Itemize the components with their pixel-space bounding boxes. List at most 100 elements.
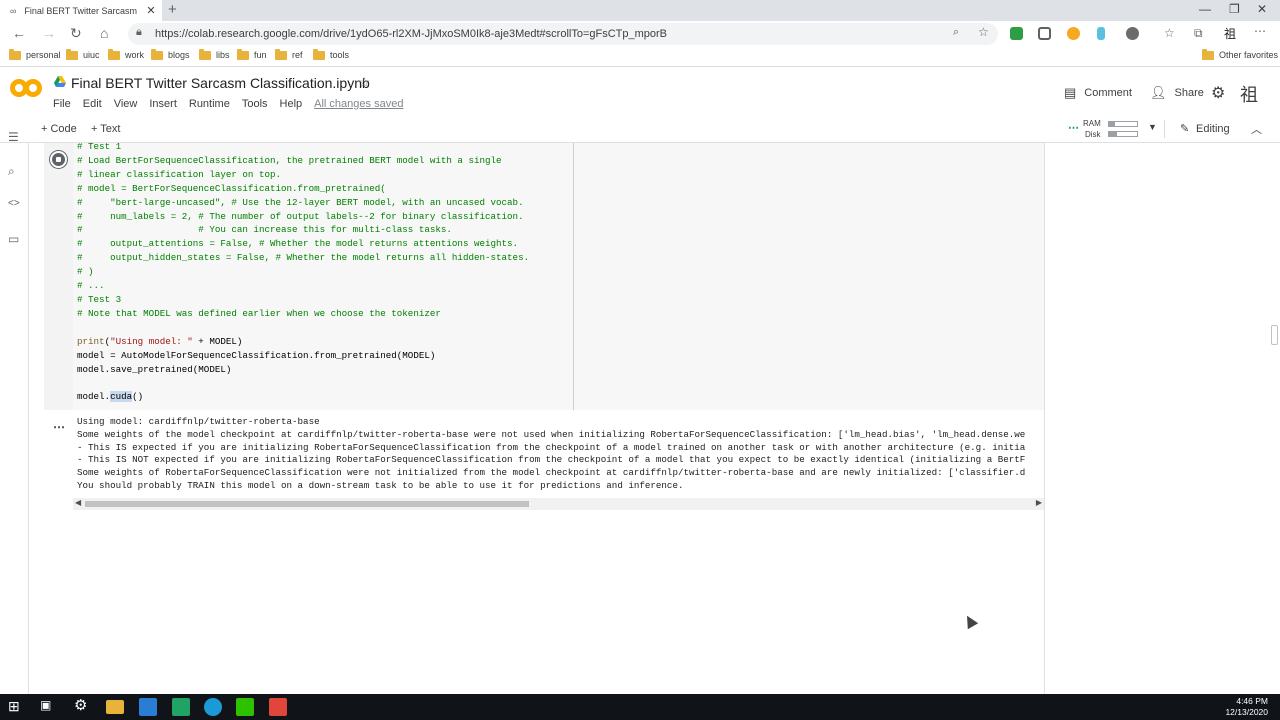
vscode-icon[interactable] bbox=[139, 698, 157, 716]
system-clock[interactable]: 4:46 PM 12/13/2020 bbox=[1225, 696, 1268, 718]
close-window-icon[interactable]: ✕ bbox=[1257, 2, 1267, 16]
folder-icon bbox=[151, 48, 163, 60]
bookmark-star-icon[interactable]: ☆ bbox=[978, 25, 989, 39]
menu-runtime[interactable]: Runtime bbox=[189, 98, 230, 110]
task-view-icon[interactable]: ▣ bbox=[40, 698, 58, 716]
code-line: # num_labels = 2, # The number of output… bbox=[77, 210, 524, 222]
code-snippets-icon[interactable]: <> bbox=[8, 198, 21, 211]
profile-icon[interactable]: 祖 bbox=[1224, 25, 1236, 42]
disk-usage-bar[interactable] bbox=[1108, 131, 1138, 137]
code-line: # linear classification layer on top. bbox=[77, 168, 281, 180]
new-tab-button[interactable]: + bbox=[168, 1, 177, 18]
other-favorites[interactable]: Other favorites bbox=[1202, 48, 1278, 60]
collapse-chevron-icon[interactable]: ︿ bbox=[1251, 121, 1262, 137]
home-icon[interactable]: ⌂ bbox=[100, 25, 108, 41]
comment-button[interactable]: ▤ Comment bbox=[1064, 85, 1132, 101]
bookmark-folder[interactable]: personal bbox=[9, 48, 61, 60]
screen-recorder-icon[interactable] bbox=[269, 698, 287, 716]
star-icon[interactable]: ☆ bbox=[358, 74, 371, 91]
extension-icon[interactable] bbox=[1126, 27, 1139, 40]
windows-start-icon[interactable]: ⊞ bbox=[8, 698, 26, 716]
restore-icon[interactable]: ❐ bbox=[1229, 2, 1240, 16]
runtime-dropdown-icon[interactable]: ▼ bbox=[1148, 122, 1157, 132]
output-horizontal-scrollbar[interactable]: ◀ ▶ bbox=[73, 498, 1044, 510]
menu-view[interactable]: View bbox=[114, 98, 138, 110]
evernote-extension-icon[interactable] bbox=[1010, 27, 1023, 40]
ram-label: RAM bbox=[1083, 119, 1101, 128]
connected-check-icon: ⋯ bbox=[1068, 122, 1079, 134]
pocket-extension-icon[interactable] bbox=[1038, 27, 1051, 40]
code-line: # # You can increase this for multi-clas… bbox=[77, 224, 452, 236]
menu-edit[interactable]: Edit bbox=[83, 98, 102, 110]
comment-icon: ▤ bbox=[1064, 85, 1077, 100]
honey-extension-icon[interactable] bbox=[1067, 27, 1080, 40]
code-line: model = AutoModelForSequenceClassificati… bbox=[77, 349, 436, 361]
menu-insert[interactable]: Insert bbox=[149, 98, 177, 110]
browser-tab[interactable]: ∞ Final BERT Twitter Sarcasm Classi ✕ bbox=[0, 0, 162, 21]
code-line: # model = BertForSequenceClassification.… bbox=[77, 182, 386, 194]
scrollbar-thumb[interactable] bbox=[85, 501, 529, 507]
scroll-right-icon[interactable]: ▶ bbox=[1036, 498, 1042, 507]
notebook-title[interactable]: Final BERT Twitter Sarcasm Classificatio… bbox=[71, 75, 370, 91]
zoom-icon[interactable]: ⌕ bbox=[953, 26, 959, 39]
wechat-icon[interactable] bbox=[236, 698, 254, 716]
reload-icon[interactable]: ↻ bbox=[70, 25, 82, 42]
search-icon[interactable]: ⌕ bbox=[8, 164, 21, 178]
share-button[interactable]: 👤︎ Share bbox=[1150, 85, 1204, 101]
menu-tools[interactable]: Tools bbox=[242, 98, 268, 110]
pycharm-icon[interactable] bbox=[172, 698, 190, 716]
stop-execution-icon[interactable] bbox=[50, 151, 67, 168]
bookmark-folder[interactable]: libs bbox=[199, 48, 230, 60]
output-actions-icon[interactable]: ⋯ bbox=[53, 420, 66, 434]
settings-gear-icon[interactable]: ⚙ bbox=[1211, 83, 1225, 103]
bookmark-folder[interactable]: ref bbox=[275, 48, 303, 60]
menu-help[interactable]: Help bbox=[280, 98, 303, 110]
notebook-toolbar: + Code + Text ⋯ RAM Disk ▼ ✎ Editing ︿ bbox=[0, 116, 1280, 143]
edge-browser-icon[interactable] bbox=[204, 698, 222, 716]
flask-extension-icon[interactable] bbox=[1097, 27, 1105, 40]
bookmark-folder[interactable]: uiuc bbox=[66, 48, 100, 60]
bookmark-folder[interactable]: tools bbox=[313, 48, 349, 60]
code-text[interactable]: # Test 1 # Load BertForSequenceClassifica… bbox=[77, 140, 529, 404]
code-cell-editor[interactable]: # Test 1 # Load BertForSequenceClassifica… bbox=[73, 140, 1044, 410]
code-line: # "bert-large-uncased", # Use the 12-lay… bbox=[77, 196, 524, 208]
more-icon[interactable]: ⋯ bbox=[1254, 24, 1266, 38]
code-line: model.save_pretrained(MODEL) bbox=[77, 363, 232, 375]
output-line: You should probably TRAIN this model on … bbox=[77, 479, 684, 491]
folder-icon bbox=[237, 48, 249, 60]
files-folder-icon[interactable]: ▭ bbox=[8, 232, 21, 246]
code-line: # Load BertForSequenceClassification, th… bbox=[77, 154, 502, 166]
bookmark-folder[interactable]: work bbox=[108, 48, 144, 60]
settings-gear-icon[interactable]: ⚙ bbox=[74, 696, 92, 714]
folder-icon bbox=[275, 48, 287, 60]
vertical-scrollbar-thumb[interactable] bbox=[1271, 325, 1278, 345]
code-line: # Note that MODEL was defined earlier wh… bbox=[77, 307, 441, 319]
forward-icon[interactable]: → bbox=[42, 25, 56, 41]
folder-icon bbox=[1202, 48, 1214, 60]
minimize-icon[interactable]: — bbox=[1199, 2, 1211, 16]
scroll-left-icon[interactable]: ◀ bbox=[75, 498, 81, 507]
avatar[interactable]: 祖 bbox=[1240, 81, 1258, 107]
ram-usage-bar[interactable] bbox=[1108, 121, 1138, 127]
output-text: Using model: cardiffnlp/twitter-roberta-… bbox=[77, 416, 1025, 493]
back-icon[interactable]: ← bbox=[12, 25, 26, 41]
omnibox[interactable]: 🔒︎ https://colab.research.google.com/dri… bbox=[128, 23, 998, 45]
menu-file[interactable]: File bbox=[53, 98, 71, 110]
bookmark-folder[interactable]: blogs bbox=[151, 48, 190, 60]
table-of-contents-icon[interactable]: ☰ bbox=[8, 130, 21, 144]
bookmark-folder[interactable]: fun bbox=[237, 48, 267, 60]
favorites-icon[interactable]: ☆ bbox=[1164, 26, 1175, 40]
collections-icon[interactable]: ⧉ bbox=[1194, 26, 1203, 41]
bookmarks-bar: personal uiuc work blogs libs fun ref to… bbox=[0, 47, 1280, 67]
editing-mode-button[interactable]: Editing bbox=[1196, 123, 1230, 135]
add-code-button[interactable]: + Code bbox=[41, 123, 77, 135]
file-explorer-icon[interactable] bbox=[106, 700, 124, 714]
colab-favicon-icon: ∞ bbox=[10, 5, 17, 16]
save-status[interactable]: All changes saved bbox=[314, 98, 403, 110]
left-sidebar bbox=[0, 143, 29, 694]
add-text-button[interactable]: + Text bbox=[91, 123, 120, 135]
colab-logo[interactable] bbox=[10, 79, 42, 101]
close-tab-icon[interactable]: ✕ bbox=[146, 4, 155, 17]
edit-pencil-icon: ✎ bbox=[1180, 123, 1190, 135]
